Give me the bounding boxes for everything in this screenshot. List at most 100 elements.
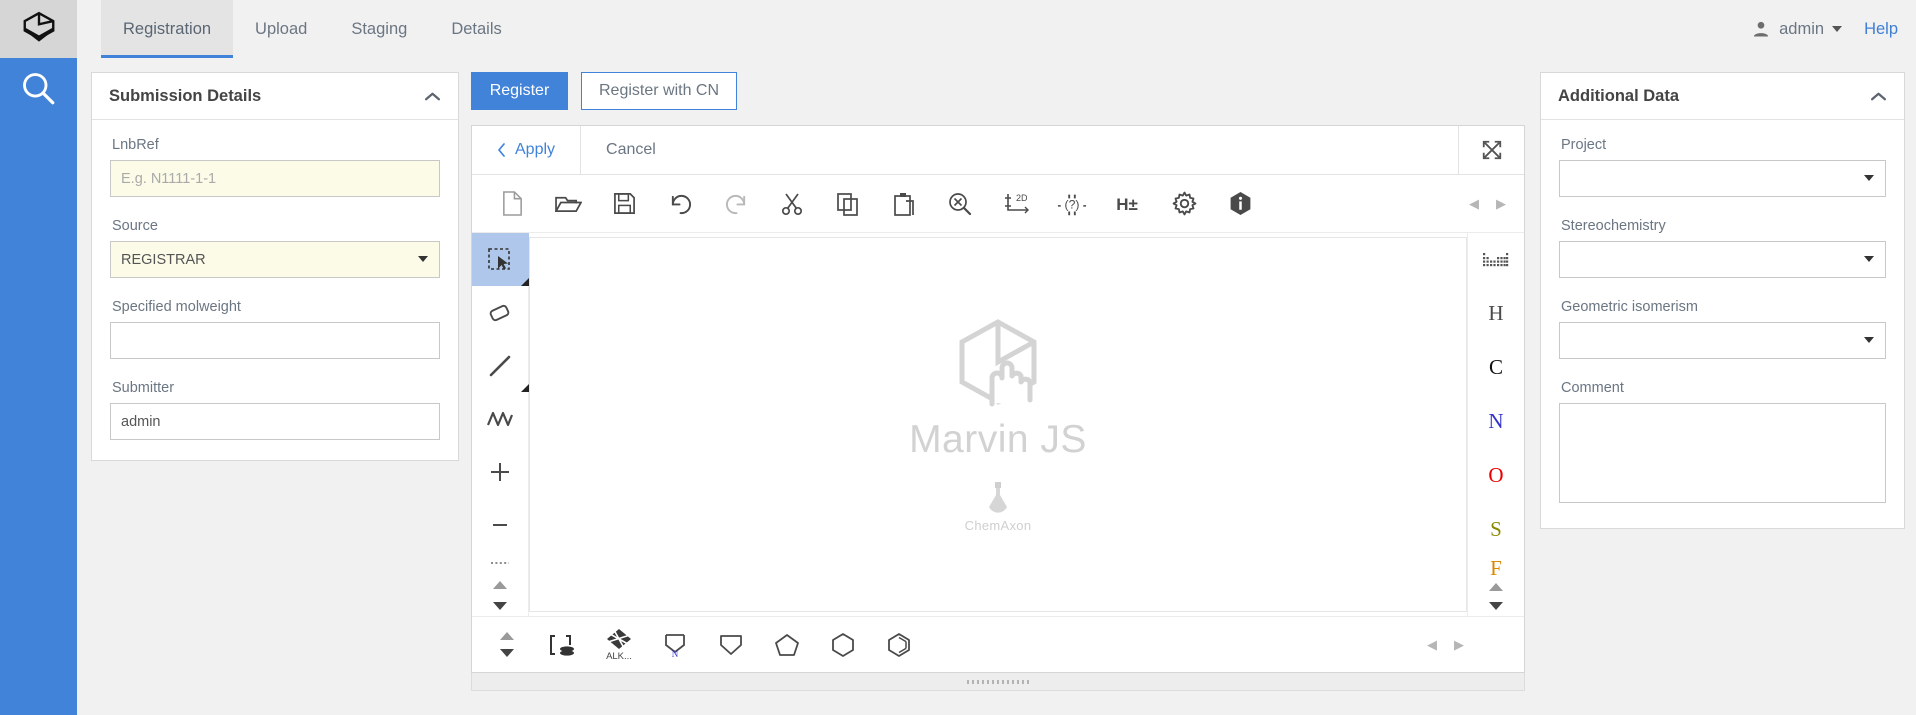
element-button-o[interactable]: O <box>1468 449 1525 503</box>
paste-icon[interactable] <box>876 182 932 226</box>
submitter-input[interactable] <box>110 403 440 440</box>
new-file-icon[interactable] <box>484 182 540 226</box>
copy-icon[interactable] <box>820 182 876 226</box>
benzene-ring-icon[interactable] <box>871 621 927 669</box>
additional-data-header[interactable]: Additional Data <box>1541 73 1904 120</box>
template-caption: ALK... <box>606 651 632 662</box>
dotted-bond-icon[interactable] <box>472 552 529 575</box>
selection-rectangle-icon[interactable] <box>472 233 529 286</box>
element-scroll-up[interactable] <box>1468 578 1525 597</box>
lnbref-input[interactable] <box>110 160 440 197</box>
hydrogen-toggle-icon[interactable]: H± <box>1100 182 1156 226</box>
nav-tabs: Registration Upload Staging Details <box>101 0 524 58</box>
comment-textarea[interactable] <box>1559 403 1886 503</box>
bottom-scroll-arrows: ◀ ▶ <box>1427 637 1464 653</box>
watermark-title: Marvin JS <box>909 418 1087 462</box>
open-folder-icon[interactable] <box>540 182 596 226</box>
element-button-f[interactable]: F <box>1468 556 1525 577</box>
chain-icon[interactable] <box>472 392 529 445</box>
arrow-left-icon[interactable]: ◀ <box>1427 637 1437 653</box>
left-tools-scroll-down[interactable] <box>472 595 529 616</box>
search-icon <box>19 69 59 109</box>
apply-button[interactable]: Apply <box>472 126 581 174</box>
cyclopentane-pentagon-icon[interactable] <box>759 621 815 669</box>
fullscreen-button[interactable] <box>1458 126 1524 174</box>
cancel-label: Cancel <box>606 141 656 159</box>
submission-details-panel: Submission Details LnbRef Source Specifi… <box>91 72 459 461</box>
cancel-button[interactable]: Cancel <box>581 126 1458 174</box>
triangle-down-icon[interactable] <box>500 649 514 657</box>
triangle-up-icon[interactable] <box>500 632 514 640</box>
element-button-c[interactable]: C <box>1468 341 1525 395</box>
save-floppy-icon[interactable] <box>596 182 652 226</box>
caret-down-icon[interactable] <box>1864 175 1874 181</box>
project-select[interactable] <box>1559 160 1886 197</box>
tab-registration[interactable]: Registration <box>101 0 233 58</box>
cut-scissors-icon[interactable] <box>764 182 820 226</box>
geometric-isomerism-select[interactable] <box>1559 322 1886 359</box>
markush-alk-icon[interactable]: ALK... <box>591 621 647 669</box>
tab-staging[interactable]: Staging <box>329 0 429 58</box>
element-button-s[interactable]: S <box>1468 502 1525 556</box>
help-link[interactable]: Help <box>1854 20 1898 39</box>
left-rail <box>0 0 77 715</box>
fullscreen-expand-icon <box>1481 139 1503 161</box>
arrow-right-icon[interactable]: ▶ <box>1496 196 1506 212</box>
caret-down-icon[interactable] <box>418 256 428 262</box>
bracket-group-icon[interactable] <box>535 621 591 669</box>
caret-down-icon[interactable] <box>1864 256 1874 262</box>
info-hexagon-icon[interactable] <box>1212 182 1268 226</box>
additional-data-title: Additional Data <box>1558 87 1679 106</box>
stereochemistry-select-wrapper <box>1559 241 1886 278</box>
user-name: admin <box>1779 20 1824 39</box>
eraser-icon[interactable] <box>472 286 529 339</box>
app-logo[interactable] <box>0 0 77 58</box>
editor-resize-handle[interactable] <box>471 673 1525 691</box>
editor-action-bar: Apply Cancel <box>472 126 1524 175</box>
gear-icon[interactable] <box>1156 182 1212 226</box>
molecule-canvas[interactable]: Marvin JS ChemAxon <box>529 237 1467 612</box>
arrow-left-icon[interactable]: ◀ <box>1469 196 1479 212</box>
tab-upload[interactable]: Upload <box>233 0 329 58</box>
submission-details-header[interactable]: Submission Details <box>92 73 458 120</box>
chevron-up-icon[interactable] <box>1870 91 1887 102</box>
periodic-table-icon[interactable] <box>1468 233 1525 287</box>
source-select[interactable] <box>110 241 440 278</box>
register-button[interactable]: Register <box>471 72 568 110</box>
user-menu-button[interactable]: admin <box>1751 19 1842 39</box>
marvin-watermark: Marvin JS ChemAxon <box>909 316 1087 533</box>
lnbref-label: LnbRef <box>112 137 440 153</box>
structure-editor-area: Register Register with CN Apply Cancel <box>471 72 1525 677</box>
submission-details-body: LnbRef Source Specified molweight Submit… <box>92 120 458 460</box>
zoom-reset-icon[interactable] <box>932 182 988 226</box>
chevron-up-icon[interactable] <box>424 91 441 102</box>
increase-charge-icon[interactable] <box>472 445 529 498</box>
source-select-wrapper <box>110 241 440 278</box>
arrow-right-icon[interactable]: ▶ <box>1454 637 1464 653</box>
left-tools-scroll-up[interactable] <box>472 574 529 595</box>
stereochemistry-select[interactable] <box>1559 241 1886 278</box>
undo-icon[interactable] <box>652 182 708 226</box>
canvas-row: Marvin JS ChemAxon <box>472 233 1524 616</box>
cyclopentane-ring-icon[interactable] <box>703 621 759 669</box>
clean-2d-icon[interactable]: 2D <box>988 182 1044 226</box>
element-palette: H C N O S F <box>1467 233 1524 616</box>
redo-icon[interactable] <box>708 182 764 226</box>
molweight-input[interactable] <box>110 322 440 359</box>
sidebar-item-search[interactable] <box>0 58 77 120</box>
atom-query-icon[interactable]: (?) <box>1044 182 1100 226</box>
pyrrole-ring-icon[interactable]: N <box>647 621 703 669</box>
resize-grip-icon <box>967 680 1029 684</box>
single-bond-icon[interactable] <box>472 339 529 392</box>
element-button-h[interactable]: H <box>1468 287 1525 341</box>
caret-down-icon[interactable] <box>1864 337 1874 343</box>
geometric-isomerism-label: Geometric isomerism <box>1561 299 1886 315</box>
decrease-charge-icon[interactable] <box>472 498 529 551</box>
element-button-n[interactable]: N <box>1468 395 1525 449</box>
register-with-cn-button[interactable]: Register with CN <box>581 72 737 110</box>
element-scroll-down[interactable] <box>1468 597 1525 616</box>
cyclohexane-ring-icon[interactable] <box>815 621 871 669</box>
tab-details[interactable]: Details <box>429 0 523 58</box>
templates-scroll <box>478 632 535 657</box>
hexagon-cube-logo-icon <box>20 10 58 48</box>
